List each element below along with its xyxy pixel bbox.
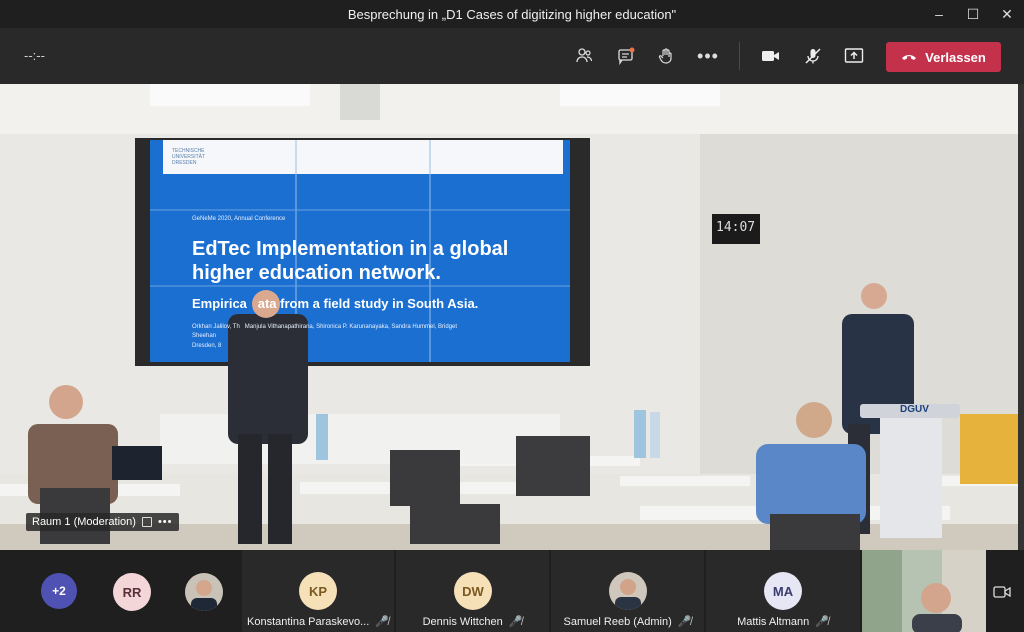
avatar-initials: MA [772,583,794,599]
participant-name: Dennis Wittchen [422,616,503,628]
avatar-initials: KP [308,583,328,599]
main-video-feed: TECHNISCHE UNIVERSITÄT DRESDEN GeNeMe 20… [0,84,1018,550]
participant-avatar [609,572,647,610]
chat-icon [618,47,635,65]
self-video-feed [862,550,986,632]
mic-off-icon: 🎤̸ [508,616,523,628]
participant-name-row: Samuel Reeb (Admin) 🎤̸ [551,615,704,628]
participant-photo-avatar[interactable] [185,573,223,611]
meeting-timer: --:-- [24,48,45,63]
participant-avatar: DW [454,572,492,610]
stage-label: Raum 1 (Moderation) ••• [26,513,179,531]
participant-tile[interactable]: DW Dennis Wittchen 🎤̸ [396,550,549,632]
mic-off-icon: 🎤̸ [375,616,389,628]
participants-icon [576,48,593,63]
title-bar: Besprechung in „D1 Cases of digitizing h… [0,0,1024,28]
camera-switch-button[interactable] [988,578,1016,606]
rr-initials: RR [122,584,142,600]
person-photo-icon [609,572,647,610]
raise-hand-button[interactable] [652,42,680,70]
participant-name: Mattis Altmann [737,616,810,628]
room-scene [0,84,1018,550]
right-edge-strip [1018,84,1024,550]
overflow-participants-avatar[interactable]: +2 [41,573,77,609]
participant-name: Konstantina Paraskevo... [247,616,370,628]
leave-label: Verlassen [925,49,986,65]
chat-button[interactable] [612,42,640,70]
participant-tile[interactable]: Samuel Reeb (Admin) 🎤̸ [551,550,704,632]
avatar-initials: DW [462,583,484,599]
share-icon [844,48,864,63]
meeting-toolbar: --:-- ••• Verlassen [0,28,1024,84]
participant-name-row: Konstantina Paraskevo... 🎤̸ [242,615,394,628]
slide-place: Dresden, 8 [192,343,222,349]
participants-button[interactable] [570,42,598,70]
hand-icon [658,48,672,64]
slide-logo: TECHNISCHE UNIVERSITÄT DRESDEN [172,148,206,166]
camera-icon [762,51,779,61]
participant-tile[interactable]: MA Mattis Altmann 🎤̸ [706,550,860,632]
pin-icon[interactable] [141,517,152,527]
slide-subtitle: Empirica ata from a field study in South… [192,296,479,311]
more-icon[interactable]: ••• [158,516,173,528]
slide-title-line2: higher education network. [192,262,441,284]
mic-off-icon: 🎤̸ [815,616,829,628]
window-title: Besprechung in „D1 Cases of digitizing h… [347,6,677,22]
toolbar-divider [739,42,740,70]
participant-tile[interactable]: KP Konstantina Paraskevo... 🎤̸ [242,550,394,632]
participant-name-row: Mattis Altmann 🎤̸ [706,615,860,628]
slide-authors: Orkhan Jalilov, Th Manjula Vithanapathir… [192,324,458,330]
mic-button[interactable] [799,42,827,70]
mic-off-icon [805,48,821,64]
participant-avatar: KP [299,572,337,610]
participant-avatar-rr[interactable]: RR [113,573,151,611]
person-photo-icon [185,573,223,611]
leave-button[interactable]: Verlassen [886,42,1001,72]
wall-clock: 14:07 [716,220,756,235]
podium-brand: DGUV [900,404,929,415]
share-screen-button[interactable] [840,42,868,70]
participant-name-row: Dennis Wittchen 🎤̸ [396,615,549,628]
window-controls: – ☐ ✕ [922,0,1024,28]
hang-up-icon [902,55,917,60]
more-icon: ••• [697,45,719,66]
mic-off-icon: 🎤̸ [677,616,692,628]
slide-title-line1: EdTec Implementation in a global [192,238,509,260]
maximize-icon[interactable]: ☐ [956,0,990,28]
participant-avatar: MA [764,572,802,610]
slide-authors-cont: Sheehan [192,333,217,339]
camera-switch-icon [993,586,1011,598]
slide-conference: GeNeMe 2020, Annual Conference [192,216,286,222]
minimize-icon[interactable]: – [922,0,956,28]
participant-name: Samuel Reeb (Admin) [563,616,672,628]
stage-label-text: Raum 1 (Moderation) [32,516,136,528]
close-icon[interactable]: ✕ [990,0,1024,28]
camera-button[interactable] [757,42,785,70]
self-video-preview[interactable] [862,550,986,632]
overflow-count: +2 [52,584,66,598]
more-options-button[interactable]: ••• [694,42,722,70]
